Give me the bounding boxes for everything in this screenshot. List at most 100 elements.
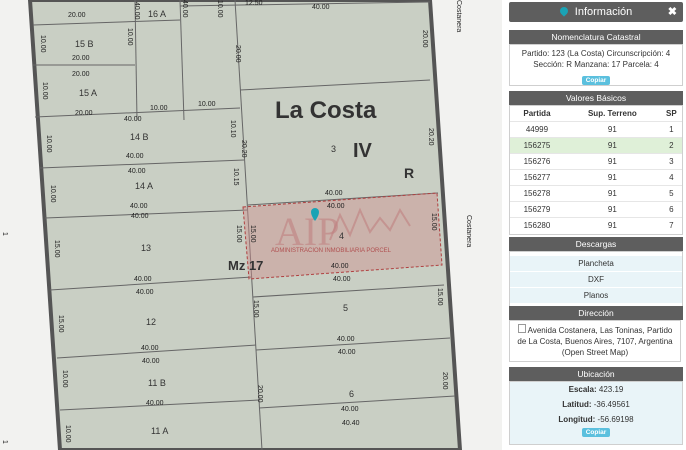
dimension: 40.00: [131, 213, 149, 220]
street-label: Costanera: [465, 215, 472, 248]
sup-cell: 91: [563, 153, 661, 170]
column-header: SP: [666, 109, 677, 118]
table-row[interactable]: 156279 91 6: [510, 201, 682, 218]
location-pin-icon: [558, 5, 570, 17]
descargas-header: Descargas: [509, 237, 683, 251]
dimension: 20.00: [72, 55, 90, 62]
info-panel-header: Información ✖: [509, 2, 683, 22]
manzana-label: Mz 17: [228, 258, 264, 273]
copy-ubicacion-button[interactable]: Copiar: [581, 428, 611, 437]
dimension: 40.00: [338, 349, 356, 356]
download-plancheta-link[interactable]: Plancheta: [510, 256, 682, 272]
broken-image-icon: [517, 324, 526, 333]
sup-cell: 91: [563, 217, 661, 233]
copy-row: Copiar: [510, 427, 682, 437]
sup-cell: 91: [563, 169, 661, 186]
valores-box: Partida Sup. Terreno SP 44999 91 1 156275 9…: [509, 105, 683, 235]
dimension: 40.00: [128, 168, 146, 175]
partida-cell: 156280: [510, 217, 564, 233]
dimension: 40.00: [126, 153, 144, 160]
dimension: 12.50: [245, 0, 263, 7]
locality-label: La Costa: [275, 97, 377, 124]
partida-cell: 44999: [510, 121, 564, 138]
dimension: 10.00: [49, 185, 56, 203]
dimension: 10.00: [198, 101, 216, 108]
partida-cell: 156277: [510, 169, 564, 186]
lot-label[interactable]: 14 B: [130, 132, 149, 142]
lot-label[interactable]: 12: [146, 317, 156, 327]
dimension: 20.00: [234, 45, 241, 63]
dimension: 40.00: [331, 263, 349, 270]
dimension: 40.00: [333, 276, 351, 283]
dimension: 10.00: [216, 0, 223, 18]
dimension: 10.00: [41, 82, 48, 100]
lot-label[interactable]: 4: [339, 231, 344, 241]
download-planos-link[interactable]: Planos: [510, 288, 682, 304]
lot-label[interactable]: 11 A: [151, 426, 168, 436]
table-row[interactable]: 44999 91 1: [510, 121, 682, 138]
dimension: 15.00: [53, 240, 60, 258]
dimension: 20.00: [421, 30, 428, 48]
lot-label[interactable]: 5: [343, 303, 348, 313]
table-row[interactable]: 156280 91 7: [510, 217, 682, 233]
lot-label[interactable]: 6: [349, 389, 354, 399]
column-header: Sup. Terreno: [587, 109, 637, 118]
circunscripcion-label: IV: [353, 140, 372, 162]
copy-nomenclatura-button[interactable]: Copiar: [581, 76, 611, 85]
dimension: 10.00: [45, 135, 52, 153]
dimension: 10.00: [64, 425, 71, 443]
info-title: Información: [574, 6, 633, 18]
dimension: 40.00: [141, 345, 159, 352]
dimension: 20.20: [427, 128, 434, 146]
dimension: 40.00: [337, 336, 355, 343]
latitud-value: -36.49561: [593, 400, 630, 409]
table-row[interactable]: 156278 91 5: [510, 185, 682, 202]
edge-mark: 1: [1, 232, 8, 236]
latitud-label: Latitud:: [562, 400, 592, 409]
dimension: 20.20: [240, 140, 247, 158]
dimension: 40.00: [136, 289, 154, 296]
lot-label[interactable]: 13: [141, 243, 151, 253]
dimension: 40.00: [124, 116, 142, 123]
table-row[interactable]: 156276 91 3: [510, 153, 682, 170]
dimension: 15.00: [235, 225, 242, 243]
dimension: 40.00: [146, 400, 164, 407]
lot-label[interactable]: 14 A: [135, 181, 153, 191]
download-dxf-link[interactable]: DXF: [510, 272, 682, 288]
direccion-text: Avenida Costanera, Las Toninas, Partido …: [517, 326, 673, 357]
dimension: 10.10: [229, 120, 236, 138]
sup-cell: 91: [563, 121, 661, 138]
descargas-box: Plancheta DXF Planos: [509, 251, 683, 307]
dimension: 40.40: [342, 420, 360, 427]
edge-mark: 1: [1, 440, 8, 444]
nomenclatura-box: Partido: 123 (La Costa) Circunscripción:…: [509, 44, 683, 86]
cadastral-map[interactable]: AIP La Costa IV R Mz 17 ADMINISTRACION I…: [0, 0, 502, 450]
dimension: 40.00: [312, 4, 330, 11]
lot-label[interactable]: 11 B: [148, 378, 166, 388]
dimension: 40.00: [327, 203, 345, 210]
sp-cell: 7: [660, 217, 682, 233]
dimension: 40.00: [341, 406, 359, 413]
lot-label[interactable]: 16 A: [148, 9, 166, 19]
dimension: 15.00: [436, 288, 443, 306]
lot-label[interactable]: 15 B: [75, 39, 94, 49]
close-icon[interactable]: ✖: [668, 2, 677, 22]
dimension: 10.00: [150, 105, 168, 112]
watermark-text: ADMINISTRACION INMOBILIARIA PORCEL: [271, 248, 392, 254]
lot-label[interactable]: 3: [331, 144, 336, 154]
dimension: 15.00: [249, 225, 256, 243]
table-row[interactable]: 156277 91 4: [510, 169, 682, 186]
dimension: 40.00: [142, 358, 160, 365]
table-row[interactable]: 156275 91 2: [510, 137, 682, 154]
dimension: 20.00: [441, 372, 448, 390]
dimension: 10.00: [126, 28, 133, 46]
dimension: 15.00: [252, 300, 259, 318]
nomenclatura-header: Nomenclatura Catastral: [509, 30, 683, 44]
longitud-value: -56.69198: [597, 415, 634, 424]
escala-label: Escala:: [568, 385, 597, 394]
dimension: 20.00: [68, 12, 86, 19]
dimension: 40.00: [133, 2, 140, 20]
column-header: Partida: [523, 109, 551, 118]
lot-label[interactable]: 15 A: [79, 88, 97, 98]
direccion-header: Dirección: [509, 306, 683, 320]
